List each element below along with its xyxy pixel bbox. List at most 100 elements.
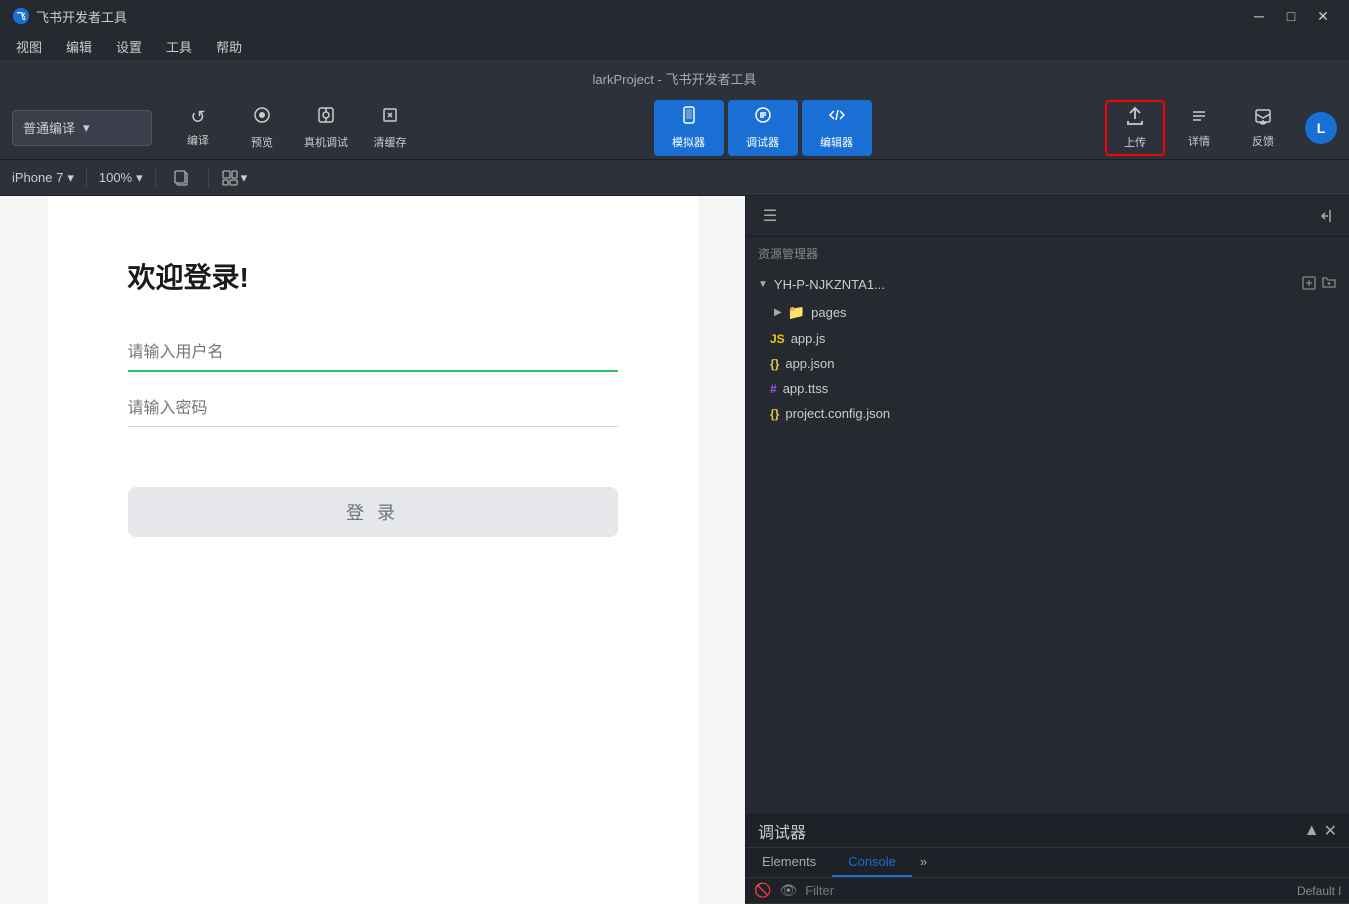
tabs-more-button[interactable]: » — [912, 848, 935, 877]
compile-icon: ↺ — [190, 107, 205, 128]
json-icon: {} — [770, 357, 779, 371]
file-panel-header: ☰ — [746, 196, 1349, 237]
menu-settings[interactable]: 设置 — [112, 35, 146, 58]
feedback-icon — [1253, 106, 1273, 129]
debugger-close-button[interactable]: ✕ — [1324, 821, 1337, 841]
app-logo: 飞 — [12, 7, 30, 25]
app-title-bar: larkProject - 飞书开发者工具 — [0, 60, 1349, 96]
editor-icon — [827, 105, 847, 130]
debugger-center-button[interactable]: 调试器 — [728, 100, 798, 156]
divider — [86, 168, 87, 188]
device-select[interactable]: iPhone 7 ▾ — [12, 170, 74, 186]
menu-view[interactable]: 视图 — [12, 35, 46, 58]
compile-button[interactable]: ↺ 编译 — [168, 100, 228, 156]
debugger-header: 调试器 ▲ ✕ — [746, 815, 1349, 848]
details-button[interactable]: 详情 — [1169, 100, 1229, 156]
pages-name: pages — [811, 305, 846, 320]
password-group — [128, 392, 618, 427]
toolbar-center: 模拟器 调试器 编辑器 — [420, 100, 1105, 156]
device-debug-label: 真机调试 — [304, 134, 348, 150]
toolbar-actions: ↺ 编译 预览 真机调试 清缓存 — [168, 100, 420, 156]
filter-input[interactable] — [805, 883, 1289, 898]
debugger-title: 调试器 — [758, 819, 806, 843]
simulator-icon — [679, 105, 699, 130]
menu-tools[interactable]: 工具 — [162, 35, 196, 58]
device-debug-button[interactable]: 真机调试 — [296, 100, 356, 156]
divider2 — [155, 168, 156, 188]
app-json-file[interactable]: {} app.json — [746, 351, 1349, 376]
tab-elements[interactable]: Elements — [746, 848, 832, 877]
minimize-button[interactable]: ─ — [1245, 2, 1273, 30]
preview-icon — [252, 105, 272, 130]
js-icon: JS — [770, 332, 785, 346]
project-name: YH-P-NJKZNTA1... — [774, 277, 885, 292]
menu-bar: 视图 编辑 设置 工具 帮助 — [0, 32, 1349, 60]
upload-button[interactable]: 上传 — [1105, 100, 1165, 156]
main-area: 欢迎登录! 登 录 ☰ 资源管理器 ▼ YH-P-NJKZNTA1... — [0, 196, 1349, 904]
preview-button[interactable]: 预览 — [232, 100, 292, 156]
login-title: 欢迎登录! — [128, 256, 618, 296]
clear-cache-icon — [380, 105, 400, 130]
editor-button[interactable]: 编辑器 — [802, 100, 872, 156]
project-file-actions — [1301, 275, 1337, 294]
new-folder-button[interactable] — [1321, 275, 1337, 294]
copy-device-button[interactable] — [168, 164, 196, 192]
debugger-tabs: Elements Console » — [746, 848, 1349, 878]
debugger-center-label: 调试器 — [746, 134, 779, 150]
new-file-button[interactable] — [1301, 275, 1317, 294]
title-bar-controls: ─ □ ✕ — [1245, 2, 1337, 30]
zoom-dropdown-icon: ▾ — [136, 170, 143, 186]
layout-button[interactable]: ▾ — [221, 169, 248, 187]
layout-dropdown-icon: ▾ — [241, 170, 248, 186]
app-ttss-file[interactable]: # app.ttss — [746, 376, 1349, 401]
debugger-center-icon — [753, 105, 773, 130]
toolbar-left: 普通编译 ▾ ↺ 编译 预览 真机调试 — [12, 100, 420, 156]
tab-console[interactable]: Console — [832, 848, 912, 877]
project-root[interactable]: ▼ YH-P-NJKZNTA1... — [746, 270, 1349, 299]
config-json-icon: {} — [770, 407, 779, 421]
toolbar-right: 上传 详情 反馈 L — [1105, 100, 1337, 156]
divider3 — [208, 168, 209, 188]
simulator-button[interactable]: 模拟器 — [654, 100, 724, 156]
avatar-button[interactable]: L — [1305, 112, 1337, 144]
file-panel: ☰ 资源管理器 ▼ YH-P-NJKZNTA1... — [745, 196, 1349, 904]
app-window-title: larkProject - 飞书开发者工具 — [593, 69, 757, 88]
hamburger-button[interactable]: ☰ — [758, 204, 782, 228]
filter-level-label: Default l — [1297, 884, 1341, 898]
clear-cache-button[interactable]: 清缓存 — [360, 100, 420, 156]
close-button[interactable]: ✕ — [1309, 2, 1337, 30]
pages-folder[interactable]: ▶ 📁 pages — [746, 299, 1349, 326]
filter-eye-icon: 👁 — [779, 882, 797, 899]
username-group — [128, 336, 618, 372]
preview-label: 预览 — [251, 134, 273, 150]
feedback-label: 反馈 — [1252, 133, 1274, 149]
compile-dropdown-icon: ▾ — [83, 120, 90, 136]
debugger-filter-bar: 🚫 👁 Default l — [746, 878, 1349, 904]
filter-block-icon: 🚫 — [754, 882, 771, 899]
password-input[interactable] — [128, 392, 618, 427]
project-config-file[interactable]: {} project.config.json — [746, 401, 1349, 426]
compile-select[interactable]: 普通编译 ▾ — [12, 110, 152, 146]
device-debug-icon — [316, 105, 336, 130]
debugger-minimize-button[interactable]: ▲ — [1304, 821, 1320, 841]
debugger-panel: 调试器 ▲ ✕ Elements Console » 🚫 👁 Default l — [745, 814, 1349, 904]
menu-edit[interactable]: 编辑 — [62, 35, 96, 58]
details-label: 详情 — [1188, 133, 1210, 149]
phone-frame: 欢迎登录! 登 录 — [48, 196, 698, 904]
ttss-icon: # — [770, 382, 777, 396]
app-js-file[interactable]: JS app.js — [746, 326, 1349, 351]
app-json-name: app.json — [785, 356, 834, 371]
device-bar: iPhone 7 ▾ 100% ▾ ▾ — [0, 160, 1349, 196]
debugger-controls: ▲ ✕ — [1304, 821, 1337, 841]
device-name: iPhone 7 — [12, 170, 63, 185]
compile-select-label: 普通编译 — [23, 118, 75, 137]
collapse-panel-button[interactable] — [1313, 204, 1337, 228]
feedback-button[interactable]: 反馈 — [1233, 100, 1293, 156]
maximize-button[interactable]: □ — [1277, 2, 1305, 30]
login-button[interactable]: 登 录 — [128, 487, 618, 537]
username-input[interactable] — [128, 336, 618, 372]
file-panel-nav: ☰ — [758, 204, 782, 228]
menu-help[interactable]: 帮助 — [212, 35, 246, 58]
project-expand-arrow: ▼ — [758, 279, 768, 290]
zoom-select[interactable]: 100% ▾ — [99, 170, 143, 186]
